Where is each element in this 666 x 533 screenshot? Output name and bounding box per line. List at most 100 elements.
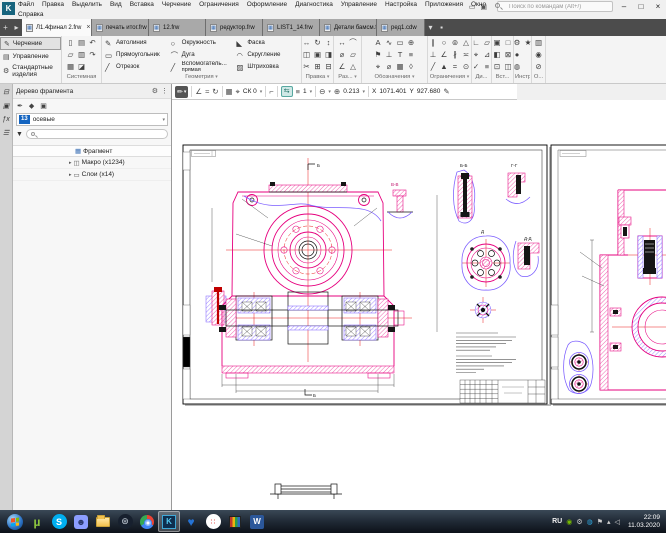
new-tab-button[interactable]: + xyxy=(0,19,11,36)
notation-icon[interactable]: ≡ xyxy=(406,49,417,61)
volume-tray-icon[interactable]: ◁ xyxy=(615,518,620,526)
menu-manage[interactable]: Управление xyxy=(341,1,377,8)
menu-diagnostics[interactable]: Диагностика xyxy=(295,1,333,8)
notation-icon[interactable]: ⊥ xyxy=(384,49,395,61)
notation-icon[interactable]: ▭ xyxy=(395,37,406,49)
constraint-icon[interactable]: ∥ xyxy=(428,37,439,49)
constraint-icon[interactable]: = xyxy=(450,61,461,73)
constraint-icon[interactable]: ○ xyxy=(439,37,450,49)
dimension-icon[interactable]: ↔ xyxy=(337,37,348,49)
insert-icon[interactable]: ⊡ xyxy=(492,61,503,73)
skype-taskbar-icon[interactable]: S xyxy=(48,511,70,532)
discord-taskbar-icon[interactable]: ☻ xyxy=(70,511,92,532)
constraint-icon[interactable]: ▲ xyxy=(439,61,450,73)
gear-icon[interactable]: ⚙ xyxy=(152,87,158,95)
edit-icon[interactable]: ↻ xyxy=(312,37,323,49)
dimension-icon[interactable]: ⌀ xyxy=(337,49,348,61)
document-tab[interactable]: ▦ 12.frw xyxy=(149,19,206,36)
document-tab[interactable]: ▦ LIST1_14.frw xyxy=(263,19,320,36)
network-tray-icon[interactable]: ▴ xyxy=(607,518,611,526)
mode-tab-drawing[interactable]: ✎ Черчение xyxy=(0,37,61,50)
edit-icon[interactable]: ◨ xyxy=(323,49,334,61)
notation-icon[interactable]: ⌖ xyxy=(373,61,384,73)
tree-panel-icon[interactable]: ⊟ xyxy=(3,88,9,96)
other-icon[interactable]: ◉ xyxy=(533,49,544,61)
save-icon[interactable]: ▦ xyxy=(65,61,76,73)
steam-taskbar-icon[interactable]: ⊛ xyxy=(114,511,136,532)
panel-menu-icon[interactable]: ⋮ xyxy=(161,87,168,95)
heart-app-taskbar-icon[interactable]: ♥ xyxy=(180,511,202,532)
document-tab[interactable]: ▦ редуктор.frw xyxy=(206,19,263,36)
zoom-value[interactable]: 0.213 xyxy=(343,88,359,95)
draw-mode-button[interactable]: ✏ ▾ xyxy=(175,86,188,98)
tool-construction-line[interactable]: ╱ Вспомогатель...прямая xyxy=(169,61,235,73)
menu-edit[interactable]: Правка xyxy=(42,1,64,8)
export-icon[interactable]: ◪ xyxy=(76,61,87,73)
edit-icon[interactable]: ↔ xyxy=(301,37,312,49)
notation-icon[interactable]: ▦ xyxy=(395,61,406,73)
grid-icon[interactable]: ▦ xyxy=(226,87,233,96)
menu-panel-icon[interactable]: ☰ xyxy=(3,129,9,137)
open-icon[interactable]: ▱ xyxy=(65,49,76,61)
menu-constraints[interactable]: Ограничения xyxy=(199,1,239,8)
restore-button[interactable]: □ xyxy=(635,2,647,11)
notation-icon[interactable]: ⌀ xyxy=(384,61,395,73)
tab-extra-button[interactable]: ▪ xyxy=(436,19,447,36)
settings-tray-icon[interactable]: ⚙ xyxy=(576,518,582,526)
notation-icon[interactable]: A xyxy=(373,37,384,49)
print-icon[interactable]: ▤ xyxy=(76,37,87,49)
undo-icon[interactable]: ↶ xyxy=(87,37,98,49)
word-taskbar-icon[interactable]: W xyxy=(246,511,268,532)
image-tool-icon[interactable]: ▣ xyxy=(40,102,47,110)
constraint-icon[interactable]: ∠ xyxy=(439,49,450,61)
tool-rectangle[interactable]: ▭ Прямоугольник xyxy=(103,49,169,61)
nvidia-tray-icon[interactable]: ◉ xyxy=(566,518,572,526)
diagnostics-icon[interactable]: ✓ xyxy=(471,61,482,73)
library-app-taskbar-icon[interactable] xyxy=(224,511,246,532)
chrome-taskbar-icon[interactable] xyxy=(136,511,158,532)
command-search-input[interactable] xyxy=(497,1,613,12)
menu-insert[interactable]: Вставка xyxy=(130,1,154,8)
variables-panel-icon[interactable]: ƒx xyxy=(2,116,9,123)
mode-tab-management[interactable]: ▤ Управление xyxy=(0,50,61,63)
expand-arrow-icon[interactable]: ▸ xyxy=(69,172,72,178)
insert-icon[interactable]: ◧ xyxy=(492,49,503,61)
screen-icon[interactable]: ▣ xyxy=(480,3,487,11)
utorrent-taskbar-icon[interactable]: µ xyxy=(26,511,48,532)
document-tab[interactable]: ▦ Детали бамсм.frw xyxy=(320,19,377,36)
tool-chamfer[interactable]: ◣ Фаска xyxy=(234,37,300,49)
start-button[interactable] xyxy=(4,511,26,532)
tool-fillet[interactable]: ◠ Скругление xyxy=(234,49,300,61)
diagnostics-icon[interactable]: ⌖ xyxy=(471,49,482,61)
edit-icon[interactable]: ⊞ xyxy=(312,61,323,73)
coordinate-system-select[interactable]: СК 0 xyxy=(243,88,257,95)
notation-icon[interactable]: ⚑ xyxy=(373,49,384,61)
menu-view[interactable]: Вид xyxy=(110,1,122,8)
constraint-icon[interactable]: ⊚ xyxy=(450,37,461,49)
tree-root-fragment[interactable]: ▦ Фрагмент xyxy=(13,145,171,157)
flag-tray-icon[interactable]: ⚑ xyxy=(597,518,603,526)
tree-node-macro[interactable]: ▸ ◫ Макро (x1234) xyxy=(13,157,171,169)
tree-search-input[interactable] xyxy=(26,129,168,139)
dimension-icon[interactable]: △ xyxy=(348,61,359,73)
expand-arrow-icon[interactable]: ▸ xyxy=(69,160,72,166)
dimension-icon[interactable]: ▱ xyxy=(348,49,359,61)
notation-icon[interactable]: T xyxy=(395,49,406,61)
snap-nearest-icon[interactable]: ≈ xyxy=(205,87,209,96)
filter-icon[interactable]: ▼ xyxy=(16,131,23,138)
tab-close-icon[interactable]: × xyxy=(86,24,90,31)
draw-style-icon[interactable]: ✒ xyxy=(17,102,23,110)
properties-panel-icon[interactable]: ▣ xyxy=(3,102,10,110)
menu-settings[interactable]: Настройка xyxy=(385,1,417,8)
edit-icon[interactable]: ↕ xyxy=(323,37,334,49)
layer-select[interactable]: 13 осевые ▾ xyxy=(16,113,168,126)
document-tab[interactable]: ▦ печать итог.frw xyxy=(92,19,149,36)
tool-circle[interactable]: ○ Окружность xyxy=(169,37,235,49)
constraint-icon[interactable]: ⊥ xyxy=(428,49,439,61)
current-layer-select[interactable]: 1 xyxy=(303,88,307,95)
window-layout-icon[interactable]: ▭ xyxy=(469,3,476,11)
mode-tab-standard-parts[interactable]: ⚙ Стандартные изделия xyxy=(0,63,61,79)
tab-menu-button[interactable]: ▾ xyxy=(425,19,436,36)
document-tab[interactable]: ▦ ред1.cdw xyxy=(377,19,425,36)
new-doc-icon[interactable]: ▯ xyxy=(65,37,76,49)
